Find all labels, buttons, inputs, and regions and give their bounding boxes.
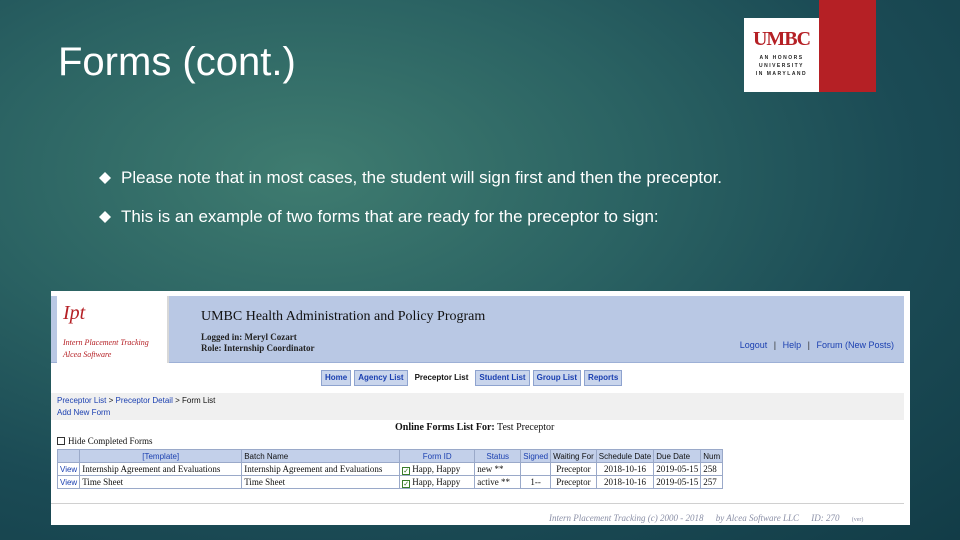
bullet-item: Please note that in most cases, the stud… (98, 167, 800, 189)
col-header-view (56, 449, 81, 463)
add-new-form-link[interactable]: Add New Form (57, 408, 110, 417)
brand-company: Alcea Software (63, 350, 112, 359)
breadcrumb-preceptor-list[interactable]: Preceptor List (57, 396, 106, 405)
logo-sub-line: IN MARYLAND (755, 71, 808, 77)
breadcrumb: Preceptor List > Preceptor Detail > Form… (57, 396, 215, 405)
col-header-status[interactable]: Status (474, 449, 522, 463)
ipt-logo: Ipt (63, 302, 86, 324)
footer-company: by Alcea Software LLC (715, 513, 799, 523)
table-row: View Time Sheet Time Sheet ✓ Happ, Happy … (56, 475, 724, 489)
cell-template: Internship Agreement and Evaluations (79, 462, 243, 476)
user-role: Role: Internship Coordinator (201, 343, 315, 353)
table-row: View Internship Agreement and Evaluation… (56, 462, 724, 476)
forum-link[interactable]: Forum (New Posts) (816, 340, 894, 350)
col-header-signed[interactable]: Signed (520, 449, 552, 463)
cell-signed (520, 462, 552, 476)
form-id-text: Happ, Happy (412, 476, 461, 487)
logo-sub-line: UNIVERSITY (758, 63, 804, 69)
bullet-item: This is an example of two forms that are… (98, 206, 800, 228)
cell-form-id: ✓ Happ, Happy (399, 462, 476, 476)
bullet-text: This is an example of two forms that are… (121, 207, 659, 226)
top-links: Logout | Help | Forum (New Posts) (736, 340, 894, 350)
breadcrumb-preceptor-detail[interactable]: Preceptor Detail (116, 396, 173, 405)
tab-agency-list[interactable]: Agency List (354, 370, 408, 386)
cell-num: 257 (700, 475, 724, 489)
checkmark-icon: ✓ (402, 466, 411, 475)
brand-name: Intern Placement Tracking (63, 338, 149, 347)
col-header-due-date: Due Date (653, 449, 702, 463)
breadcrumb-separator: > (175, 396, 180, 405)
cell-template: Time Sheet (79, 475, 243, 489)
tab-group-list[interactable]: Group List (532, 370, 582, 386)
cell-signed: 1-- (520, 475, 552, 489)
nav-tabs: Home Agency List Preceptor List Student … (321, 370, 625, 386)
form-id-text: Happ, Happy (412, 463, 461, 474)
cell-due-date: 2019-05-15 (653, 462, 702, 476)
breadcrumb-bar: Preceptor List > Preceptor Detail > Form… (51, 393, 904, 420)
list-title: Online Forms List For: Test Preceptor (395, 422, 554, 433)
list-title-value: Test Preceptor (497, 422, 555, 433)
link-separator: | (773, 340, 777, 350)
col-header-template[interactable]: [Template] (79, 449, 243, 463)
slide-title: Forms (cont.) (58, 40, 296, 84)
cell-waiting-for: Preceptor (550, 462, 597, 476)
footer-copyright: Intern Placement Tracking (c) 2000 - 201… (549, 513, 704, 523)
list-title-label: Online Forms List For: (395, 422, 495, 433)
footer-id: ID: 270 (811, 513, 840, 523)
col-header-batch-name: Batch Name (241, 449, 401, 463)
cell-status: new ** (474, 462, 522, 476)
logo-red-band (819, 0, 876, 92)
bullet-list: Please note that in most cases, the stud… (98, 167, 800, 245)
cell-form-id: ✓ Happ, Happy (399, 475, 476, 489)
link-separator: | (807, 340, 810, 350)
col-header-form-id[interactable]: Form ID (399, 449, 476, 463)
app-header: Ipt Intern Placement Tracking Alcea Soft… (51, 296, 904, 363)
umbc-logo: UMBC AN HONORS UNIVERSITY IN MARYLAND (744, 18, 819, 92)
embedded-screenshot: Ipt Intern Placement Tracking Alcea Soft… (51, 291, 910, 525)
checkmark-icon: ✓ (402, 479, 411, 488)
forms-table: [Template] Batch Name Form ID Status Sig… (56, 449, 724, 489)
bullet-text: Please note that in most cases, the stud… (121, 168, 723, 187)
cell-num: 258 (700, 462, 724, 476)
logout-link[interactable]: Logout (740, 340, 768, 350)
cell-status: active ** (474, 475, 522, 489)
col-header-schedule-date: Schedule Date (595, 449, 655, 463)
help-link[interactable]: Help (783, 340, 802, 350)
cell-due-date: 2019-05-15 (653, 475, 702, 489)
breadcrumb-form-list: Form List (182, 396, 216, 405)
table-header-row: [Template] Batch Name Form ID Status Sig… (56, 449, 724, 463)
cell-waiting-for: Preceptor (550, 475, 597, 489)
tab-preceptor-list[interactable]: Preceptor List (410, 370, 473, 386)
view-link[interactable]: View (56, 475, 81, 489)
logo-sub-text: AN HONORS UNIVERSITY IN MARYLAND (744, 54, 819, 78)
col-header-waiting-for: Waiting For (550, 449, 597, 463)
diamond-bullet-icon (98, 171, 112, 185)
checkbox-icon[interactable] (57, 437, 65, 445)
view-link[interactable]: View (56, 462, 81, 476)
footer-divider (51, 503, 904, 504)
app-title: UMBC Health Administration and Policy Pr… (201, 309, 486, 324)
col-header-num: Num (700, 449, 724, 463)
tab-student-list[interactable]: Student List (475, 370, 530, 386)
diamond-bullet-icon (98, 210, 112, 224)
tab-reports[interactable]: Reports (584, 370, 623, 386)
hide-completed-label: Hide Completed Forms (68, 436, 153, 446)
app-footer: Intern Placement Tracking (c) 2000 - 201… (549, 513, 873, 523)
cell-batch-name: Time Sheet (241, 475, 401, 489)
app-brand: Ipt Intern Placement Tracking Alcea Soft… (57, 296, 169, 363)
logo-sub-line: AN HONORS (759, 55, 804, 61)
footer-small: (ver) (851, 517, 864, 523)
breadcrumb-separator: > (108, 396, 114, 405)
hide-completed-toggle[interactable]: Hide Completed Forms (57, 436, 153, 446)
logo-main-text: UMBC (752, 28, 811, 50)
tab-home[interactable]: Home (321, 370, 352, 386)
cell-schedule-date: 2018-10-16 (595, 462, 655, 476)
cell-schedule-date: 2018-10-16 (595, 475, 655, 489)
cell-batch-name: Internship Agreement and Evaluations (241, 462, 401, 476)
logged-in-user: Logged in: Meryl Cozart (201, 332, 297, 342)
